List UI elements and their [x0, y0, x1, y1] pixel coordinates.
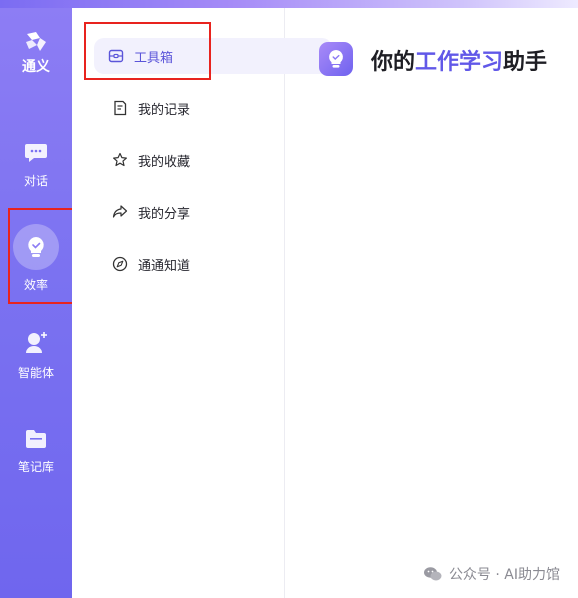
rail-label-chat: 对话: [23, 174, 48, 188]
menu-label-records: 我的记录: [138, 102, 191, 118]
page-title: 你的工作学习助手: [371, 44, 547, 76]
main-content: 你的工作学习助手 公众号 · AI助力馆: [285, 8, 578, 598]
chat-icon: [25, 144, 47, 162]
bulb-icon: [28, 237, 44, 257]
compass-icon: [112, 256, 128, 272]
rail-item-notes[interactable]: 笔记库: [0, 428, 72, 475]
rail-label-notes: 笔记库: [17, 460, 54, 474]
menu-item-favorites[interactable]: 我的收藏: [98, 142, 268, 178]
toolbox-icon: [108, 49, 124, 63]
rail-label-efficiency: 效率: [23, 278, 48, 292]
secondary-menu-panel: 工具箱 我的记录 我的收藏 我的分享 通通知道: [72, 8, 332, 598]
watermark: 公众号 · AI助力馆: [423, 564, 560, 584]
rail-item-chat[interactable]: 对话: [0, 140, 72, 189]
logo-text: 通义: [22, 59, 50, 75]
watermark-text: 公众号 · AI助力馆: [448, 567, 560, 583]
menu-label-toolbox: 工具箱: [134, 50, 174, 66]
title-suffix: 助手: [503, 50, 548, 75]
title-prefix: 你的: [371, 50, 416, 75]
rail-item-efficiency[interactable]: 效率: [0, 224, 72, 293]
rail-active-indicator: [13, 224, 59, 270]
menu-label-shares: 我的分享: [138, 206, 191, 222]
folder-icon: [26, 430, 46, 448]
menu-item-shares[interactable]: 我的分享: [98, 194, 268, 230]
wechat-icon: [423, 567, 442, 581]
record-icon: [114, 100, 127, 116]
star-icon: [113, 152, 127, 167]
tongyi-logo-icon: [26, 32, 46, 51]
menu-item-records[interactable]: 我的记录: [98, 90, 268, 126]
share-icon: [112, 205, 128, 218]
menu-label-favorites: 我的收藏: [138, 154, 191, 170]
agent-icon: [26, 332, 47, 353]
bulb-icon: [329, 50, 343, 68]
logo[interactable]: 通义: [0, 30, 72, 76]
top-gradient-bar: [0, 0, 578, 8]
assistant-icon: [319, 42, 353, 76]
rail-item-agent[interactable]: 智能体: [0, 330, 72, 381]
menu-label-know: 通通知道: [138, 258, 191, 274]
rail-label-agent: 智能体: [17, 366, 54, 380]
title-highlight: 工作学习: [415, 50, 504, 75]
left-rail: 通义 对话 效率 智能体 笔记库: [0, 8, 72, 598]
menu-item-know[interactable]: 通通知道: [98, 246, 268, 282]
